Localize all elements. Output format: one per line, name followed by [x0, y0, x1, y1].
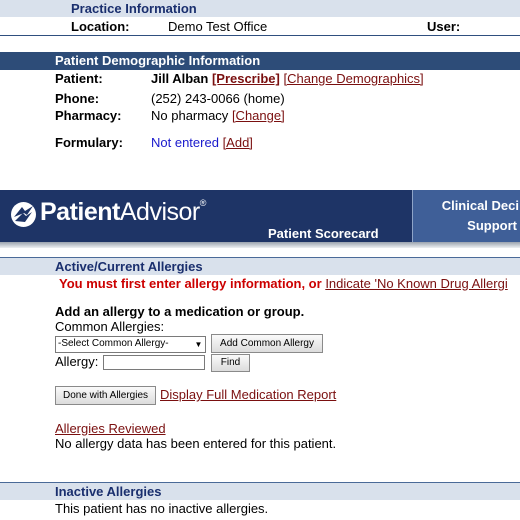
demographics-title: Patient Demographic Information	[55, 53, 261, 68]
no-inactive-allergies-text: This patient has no inactive allergies.	[55, 501, 269, 516]
formulary-row: Not entered [Add]	[151, 135, 253, 150]
allergy-search-input[interactable]	[103, 355, 205, 370]
location-value: Demo Test Office	[168, 19, 268, 34]
practice-info-header: Practice Information	[0, 0, 520, 17]
allergy-warning: You must first enter allergy information…	[59, 276, 322, 291]
practice-info-title: Practice Information	[71, 1, 197, 16]
patient-name: Jill Alban	[151, 71, 209, 86]
change-demographics-link[interactable]: [Change Demographics]	[283, 71, 423, 86]
pharmacy-change-link[interactable]: [Change]	[232, 108, 285, 123]
patient-label: Patient:	[55, 71, 103, 86]
common-allergies-label: Common Allergies:	[55, 319, 165, 334]
patient-advisor-logo: PatientAdvisor®	[40, 198, 206, 226]
allergy-warning-row: You must first enter allergy information…	[59, 276, 508, 291]
divider	[0, 35, 520, 36]
formulary-add-link[interactable]: [Add]	[223, 135, 253, 150]
active-allergies-title: Active/Current Allergies	[55, 259, 203, 274]
chevron-down-icon[interactable]: ▼	[193, 338, 204, 351]
prescribe-link[interactable]: [Prescribe]	[212, 71, 280, 86]
active-allergies-header: Active/Current Allergies	[0, 257, 520, 275]
add-common-allergy-button[interactable]: Add Common Allergy	[211, 334, 323, 353]
pharmacy-label: Pharmacy:	[55, 108, 122, 123]
allergies-reviewed-link[interactable]: Allergies Reviewed	[55, 421, 166, 436]
inactive-allergies-header: Inactive Allergies	[0, 482, 520, 500]
formulary-value: Not entered	[151, 135, 219, 150]
patient-row: Jill Alban [Prescribe] [Change Demograph…	[151, 71, 424, 86]
phone-value: (252) 243-0066 (home)	[151, 91, 285, 106]
location-label: Location:	[71, 19, 130, 34]
patient-advisor-banner: PatientAdvisor® Patient Scorecard Clinic…	[0, 190, 520, 242]
clinical-decision-support-tab[interactable]: Clinical Deci Support	[412, 190, 520, 242]
no-known-allergies-link[interactable]: Indicate 'No Known Drug Allergi	[325, 276, 507, 291]
find-button[interactable]: Find	[211, 354, 250, 372]
banner-shadow	[0, 242, 520, 248]
patient-advisor-logo-icon	[11, 202, 36, 227]
allergy-label: Allergy:	[55, 354, 99, 369]
inactive-allergies-title: Inactive Allergies	[55, 484, 162, 499]
demographics-header: Patient Demographic Information	[0, 52, 520, 70]
add-allergy-title: Add an allergy to a medication or group.	[55, 304, 305, 319]
pharmacy-value: No pharmacy	[151, 108, 229, 123]
full-medication-report-link[interactable]: Display Full Medication Report	[160, 387, 336, 402]
no-allergy-data-text: No allergy data has been entered for thi…	[55, 436, 337, 451]
pharmacy-row: No pharmacy [Change]	[151, 108, 285, 123]
done-with-allergies-button[interactable]: Done with Allergies	[55, 386, 156, 405]
patient-scorecard-title: Patient Scorecard	[268, 226, 379, 241]
phone-label: Phone:	[55, 91, 100, 106]
common-allergy-select[interactable]: -Select Common Allergy- ▼	[55, 336, 206, 353]
formulary-label: Formulary:	[55, 135, 123, 150]
user-label: User:	[427, 19, 461, 34]
